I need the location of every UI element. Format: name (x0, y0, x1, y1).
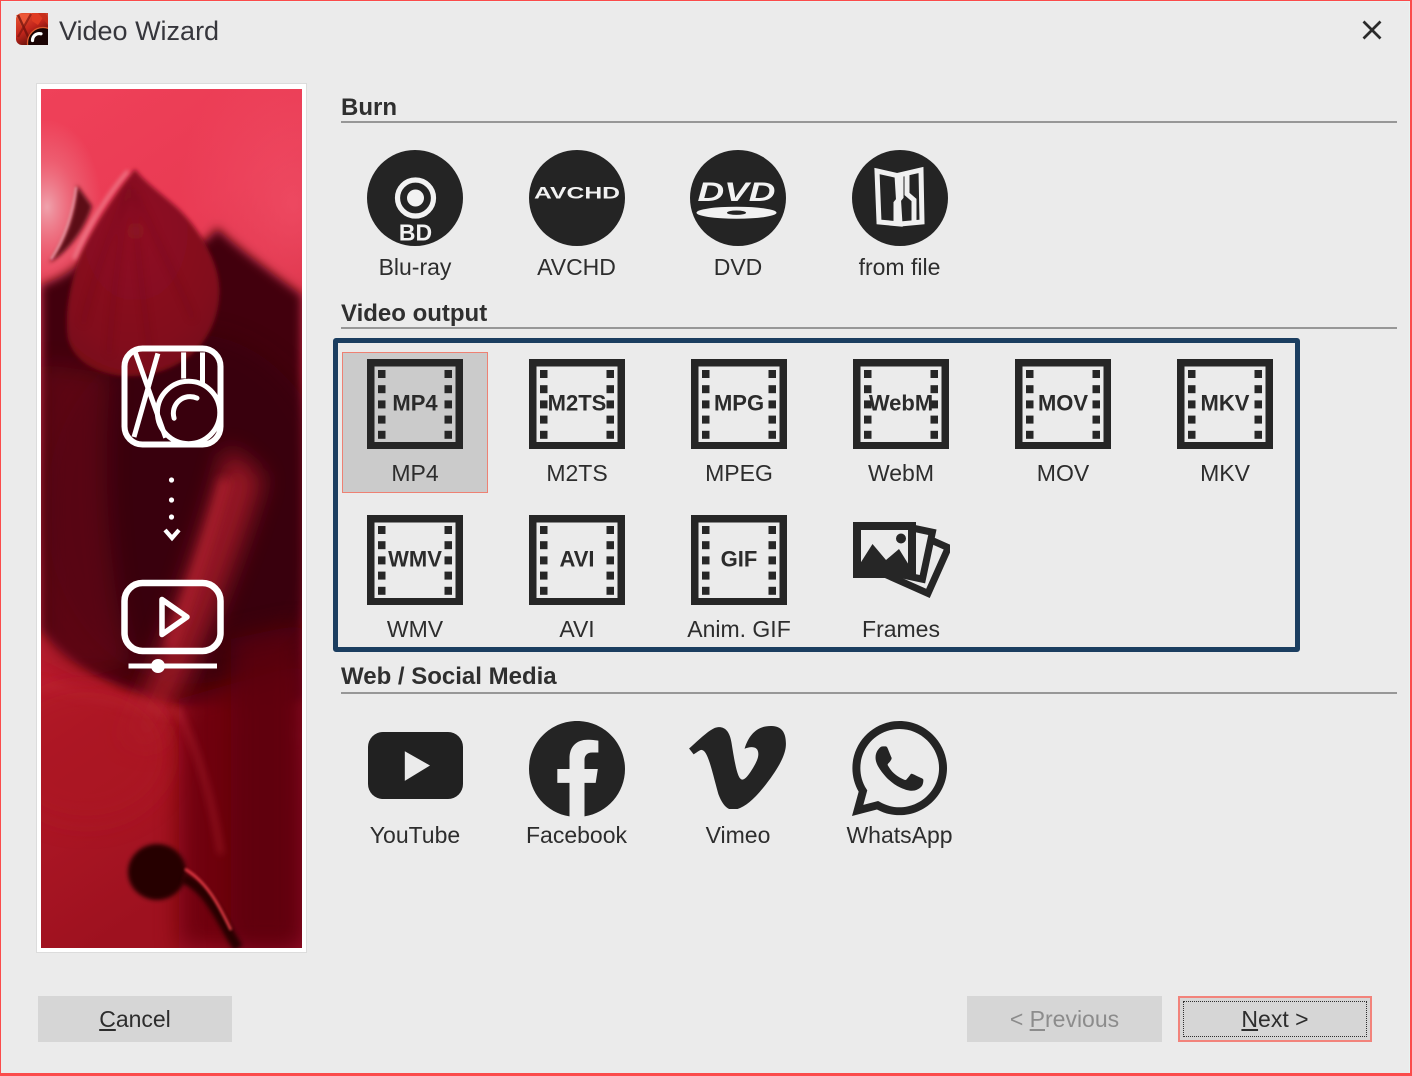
svg-text:WMV: WMV (388, 546, 442, 571)
svg-text:AVI: AVI (559, 546, 594, 571)
svg-text:MKV: MKV (1201, 391, 1250, 416)
svg-text:MOV: MOV (1038, 391, 1088, 416)
svg-text:MPG: MPG (714, 391, 764, 416)
svg-text:DVD: DVD (698, 177, 776, 207)
svg-text:MP4: MP4 (392, 391, 438, 416)
svg-text:GIF: GIF (721, 546, 758, 571)
svg-text:BD: BD (399, 220, 432, 246)
svg-text:AVCHD: AVCHD (534, 184, 620, 203)
svg-text:M2TS: M2TS (548, 391, 607, 416)
svg-text:WebM: WebM (869, 391, 933, 416)
